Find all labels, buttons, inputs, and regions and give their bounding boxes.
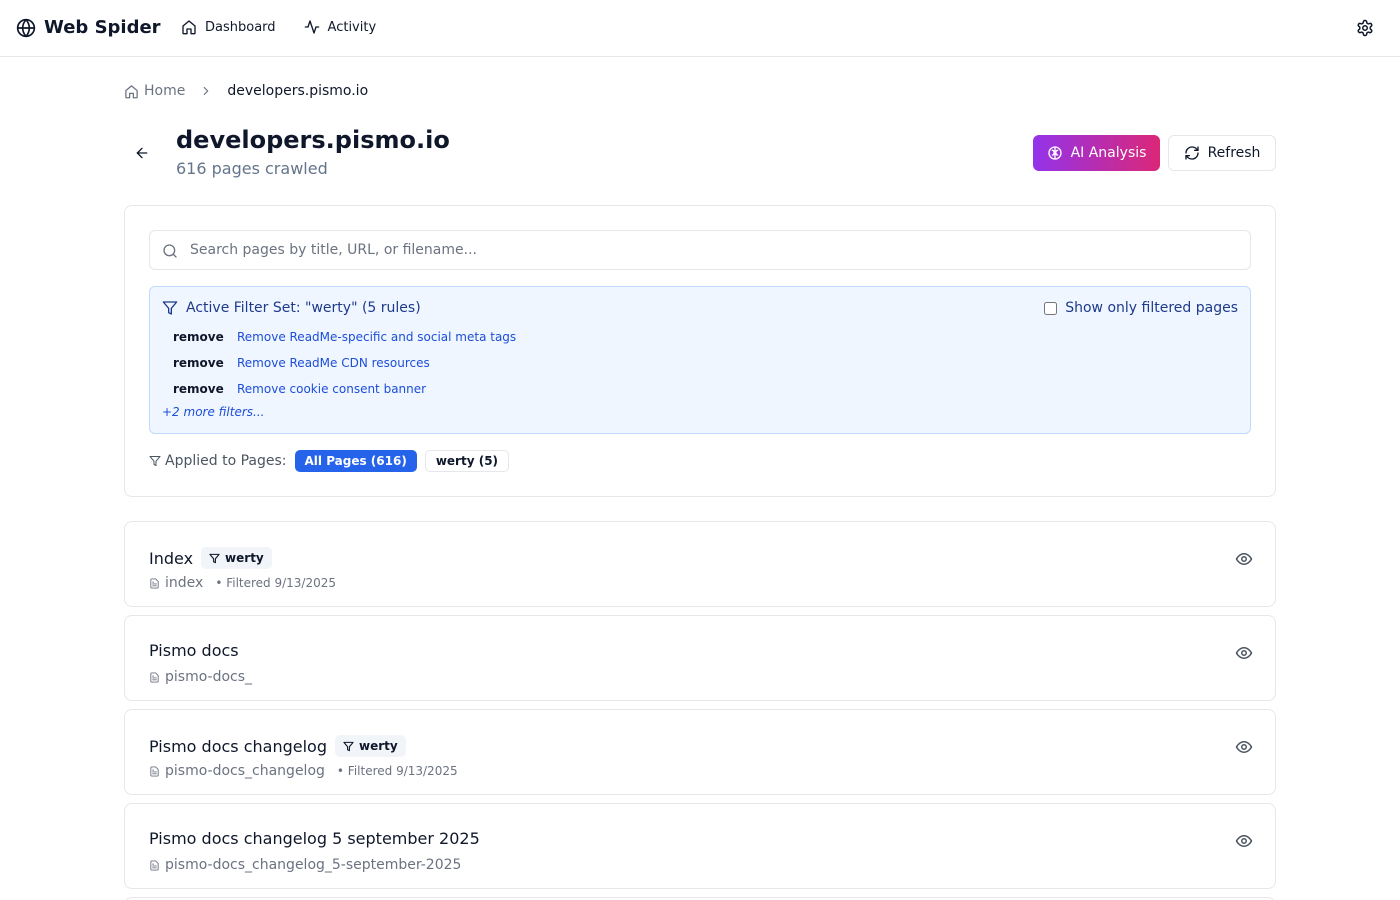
- filter-icon: [162, 301, 178, 315]
- gear-icon[interactable]: [1356, 19, 1374, 37]
- breadcrumb-home-label: Home: [144, 83, 186, 99]
- page-filename: index: [165, 575, 204, 591]
- eye-icon[interactable]: [1235, 832, 1253, 850]
- page-filename: pismo-docs_changelog_5-september-2025: [165, 857, 462, 873]
- rule-description: Remove ReadMe-specific and social meta t…: [237, 330, 517, 344]
- pill-all-pages[interactable]: All Pages (616): [294, 450, 417, 472]
- chevron-right-icon: [204, 86, 209, 96]
- applied-label-text: Applied to Pages:: [165, 453, 287, 469]
- brand-name: Web Spider: [44, 17, 161, 38]
- arrow-left-icon: [136, 147, 148, 159]
- brain-icon: [1047, 146, 1062, 160]
- active-filter-set: Active Filter Set: "werty" (5 rules) Sho…: [149, 286, 1251, 434]
- eye-icon[interactable]: [1235, 550, 1253, 568]
- ai-analysis-button[interactable]: AI Analysis: [1033, 135, 1160, 171]
- filter-tag: werty: [201, 547, 272, 569]
- page-card[interactable]: Pismo docs changelog 5 september 2025 pi…: [124, 803, 1276, 889]
- ai-analysis-label: AI Analysis: [1070, 145, 1147, 161]
- nav-dashboard[interactable]: Dashboard: [181, 17, 276, 37]
- home-icon: [182, 20, 196, 35]
- search-input[interactable]: [150, 231, 1250, 269]
- applied-label: Applied to Pages:: [149, 453, 287, 469]
- page-card[interactable]: Index werty index • Filtered 9/13/2025: [124, 521, 1276, 607]
- back-button[interactable]: [132, 143, 152, 163]
- nav-activity-label: Activity: [327, 19, 377, 35]
- refresh-icon: [1184, 146, 1199, 160]
- page-card[interactable]: Pismo docs pismo-docs_: [124, 615, 1276, 701]
- filter-icon: [209, 553, 220, 563]
- filter-tag: werty: [334, 735, 406, 757]
- page-card-header: Index werty: [149, 547, 272, 569]
- refresh-label: Refresh: [1207, 145, 1261, 161]
- page-meta: pismo-docs_: [149, 669, 252, 685]
- breadcrumb-current: developers.pismo.io: [227, 83, 369, 99]
- filter-rule: remove Remove ReadMe-specific and social…: [173, 330, 516, 344]
- filter-set-title: Active Filter Set: "werty" (5 rules): [186, 300, 421, 316]
- page-card[interactable]: Pismo docs changelog werty pismo-docs_ch…: [124, 709, 1276, 795]
- page-title: Pismo docs changelog: [149, 736, 327, 756]
- page-card-header: Pismo docs changelog 5 september 2025: [149, 829, 480, 848]
- filter-rule: remove Remove cookie consent banner: [173, 382, 426, 396]
- filter-rule: remove Remove ReadMe CDN resources: [173, 356, 430, 370]
- main-nav: Dashboard Activity: [181, 17, 376, 37]
- more-filters-link[interactable]: +2 more filters...: [162, 405, 264, 419]
- file-icon: [150, 765, 159, 777]
- globe-icon: [16, 18, 36, 37]
- refresh-button[interactable]: Refresh: [1168, 135, 1276, 171]
- page-filename: pismo-docs_changelog: [165, 763, 325, 779]
- eye-icon[interactable]: [1235, 644, 1253, 662]
- rule-description: Remove cookie consent banner: [237, 382, 427, 396]
- show-only-filtered-checkbox[interactable]: [1044, 301, 1058, 315]
- rule-description: Remove ReadMe CDN resources: [237, 356, 430, 370]
- breadcrumb: Home developers.pismo.io: [124, 81, 368, 101]
- filter-panel: Active Filter Set: "werty" (5 rules) Sho…: [124, 205, 1276, 497]
- page-meta: index • Filtered 9/13/2025: [149, 575, 336, 591]
- page-title: developers.pismo.io: [176, 126, 450, 154]
- breadcrumb-home[interactable]: Home: [124, 83, 185, 99]
- file-icon: [150, 671, 159, 683]
- page-count: 616 pages crawled: [176, 159, 328, 178]
- show-only-filtered-label: Show only filtered pages: [1065, 300, 1238, 316]
- file-icon: [150, 577, 159, 589]
- rule-action: remove: [173, 382, 224, 396]
- file-icon: [150, 859, 159, 871]
- page-card-header: Pismo docs: [149, 641, 239, 660]
- nav-dashboard-label: Dashboard: [205, 19, 276, 35]
- page-card-header: Pismo docs changelog werty: [149, 735, 406, 757]
- show-only-filtered-toggle[interactable]: Show only filtered pages: [1044, 300, 1238, 316]
- filter-icon: [149, 456, 161, 466]
- page-meta: pismo-docs_changelog_5-september-2025: [149, 857, 461, 873]
- search-box: [149, 230, 1251, 270]
- page-title: Pismo docs: [149, 641, 239, 660]
- top-navbar: Web Spider Dashboard Activity: [0, 0, 1400, 57]
- applied-to-pages: Applied to Pages: All Pages (616) werty …: [149, 450, 510, 472]
- filter-tag-label: werty: [225, 551, 264, 565]
- eye-icon[interactable]: [1235, 738, 1253, 756]
- filter-set-heading: Active Filter Set: "werty" (5 rules): [162, 300, 421, 316]
- filter-icon: [343, 741, 354, 751]
- page-filename: pismo-docs_: [165, 669, 253, 685]
- rule-action: remove: [173, 356, 224, 370]
- filtered-date: • Filtered 9/13/2025: [215, 576, 337, 590]
- filtered-date: • Filtered 9/13/2025: [336, 764, 458, 778]
- page-meta: pismo-docs_changelog • Filtered 9/13/202…: [149, 763, 458, 779]
- home-icon: [125, 84, 138, 98]
- nav-activity[interactable]: Activity: [304, 17, 377, 37]
- filter-tag-label: werty: [358, 739, 398, 753]
- brand[interactable]: Web Spider: [16, 17, 161, 38]
- pill-werty[interactable]: werty (5): [424, 450, 510, 472]
- page-title: Pismo docs changelog 5 september 2025: [149, 829, 480, 848]
- rule-action: remove: [173, 330, 224, 344]
- search-icon: [163, 244, 177, 258]
- activity-icon: [304, 20, 319, 34]
- page-title: Index: [149, 548, 194, 568]
